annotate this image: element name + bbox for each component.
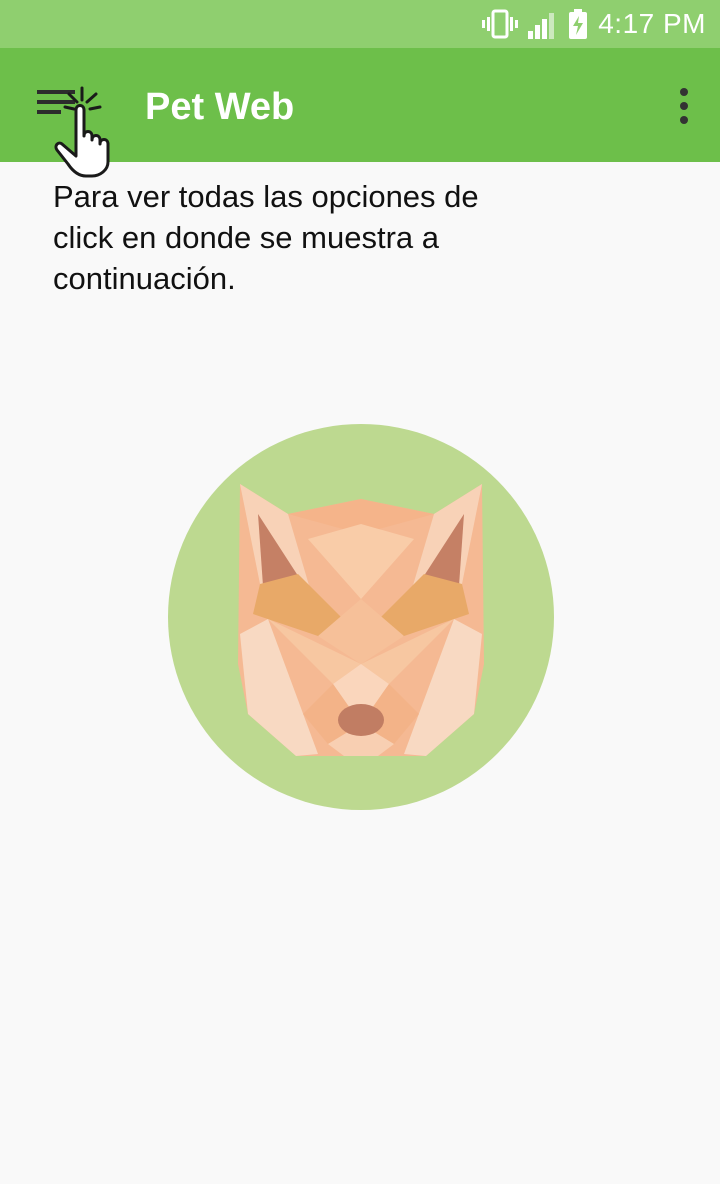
overflow-dot [680,102,688,110]
battery-charging-icon [568,9,588,39]
fox-nose [338,704,384,736]
overflow-dot [680,88,688,96]
fox-logo [168,424,554,810]
menu-button[interactable] [20,70,120,180]
signal-icon [528,9,558,39]
status-icons: 4:17 PM [482,0,706,48]
instruction-text: Para ver todas las opciones de click en … [53,179,479,296]
app-bar: Pet Web [0,48,720,178]
app-title: Pet Web [145,86,295,128]
overflow-dot [680,116,688,124]
fox-head-icon [238,484,484,756]
status-bar: 4:17 PM [0,0,720,48]
vibrate-icon [482,9,519,39]
more-vert-icon[interactable] [672,84,696,128]
status-time: 4:17 PM [598,8,706,39]
